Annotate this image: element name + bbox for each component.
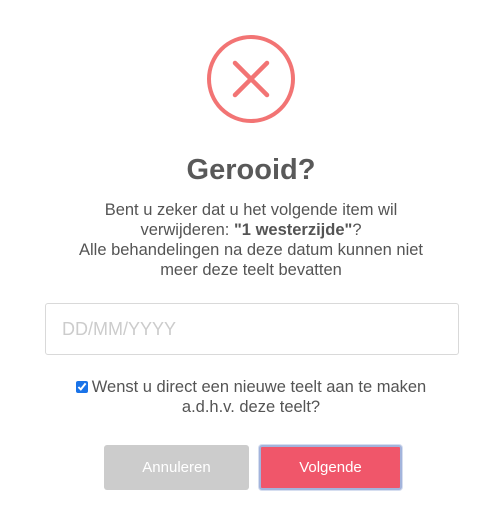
new-crop-label-line-1: Wenst u direct een nieuwe teelt aan te m…	[91, 378, 427, 396]
confirm-dialog: Gerooid? Bent u zeker dat u het volgende…	[0, 0, 502, 508]
error-x-icon	[207, 35, 295, 123]
next-button[interactable]: Volgende	[259, 445, 402, 490]
new-crop-option: Wenst u direct een nieuwe teelt aan te m…	[40, 377, 462, 417]
date-input[interactable]	[45, 303, 459, 355]
new-crop-label[interactable]: Wenst u direct een nieuwe teelt aan te m…	[75, 378, 427, 416]
new-crop-label-line-2: a.d.h.v. deze teelt?	[181, 398, 321, 416]
message-line-2-prefix: verwijderen:	[140, 221, 234, 239]
message-line-3: Alle behandelingen na deze datum kunnen …	[78, 241, 424, 259]
dialog-message: Bent u zeker dat u het volgende item wil…	[30, 200, 472, 280]
item-name: "1 westerzijde"	[233, 221, 353, 239]
cancel-button[interactable]: Annuleren	[104, 445, 249, 490]
dialog-title: Gerooid?	[186, 154, 316, 186]
message-line-2: verwijderen: "1 westerzijde"?	[30, 220, 472, 240]
message-line-1: Bent u zeker dat u het volgende item wil	[104, 201, 398, 219]
message-line-2-suffix: ?	[352, 221, 362, 239]
new-crop-checkbox[interactable]	[75, 381, 88, 393]
message-line-4: meer deze teelt bevatten	[160, 261, 342, 279]
